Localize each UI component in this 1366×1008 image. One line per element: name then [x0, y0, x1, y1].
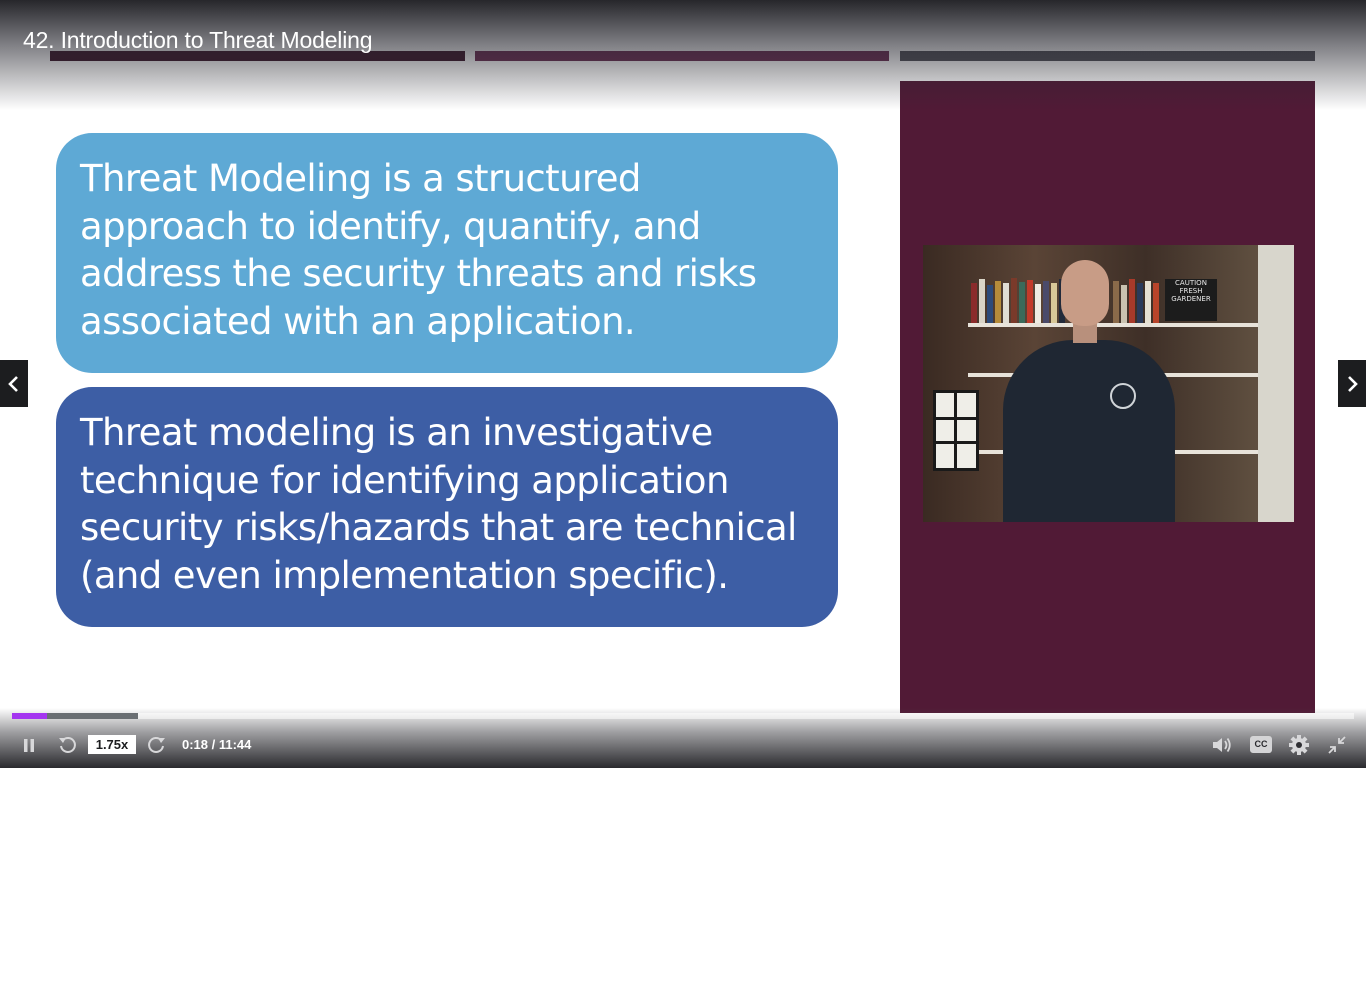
chevron-left-icon — [8, 375, 18, 392]
book — [971, 283, 977, 323]
exit-fullscreen-icon — [1328, 736, 1346, 754]
book — [1129, 279, 1135, 323]
paper-lamp — [933, 390, 979, 471]
exit-fullscreen-button[interactable] — [1325, 733, 1349, 757]
forward-icon — [148, 737, 165, 753]
captions-button[interactable]: CC — [1250, 736, 1272, 753]
book — [1153, 283, 1159, 323]
slide-text-line: security risks/hazards that are technica… — [80, 506, 797, 549]
sign-line: GARDENER — [1171, 295, 1211, 303]
book — [1137, 283, 1143, 323]
gear-icon — [1289, 735, 1309, 755]
book — [979, 279, 985, 323]
volume-button[interactable] — [1210, 733, 1234, 757]
lecture-title: 42. Introduction to Threat Modeling — [23, 27, 373, 53]
caution-sign: CAUTION FRESH GARDENER — [1165, 279, 1217, 321]
progress-bar[interactable] — [12, 713, 1354, 719]
book — [1019, 282, 1025, 323]
video-player[interactable]: Threat Modeling is a structured approach… — [0, 0, 1366, 768]
forward-button[interactable] — [145, 733, 169, 757]
instructor-body — [1003, 340, 1175, 522]
book — [1003, 283, 1009, 323]
time-display: 0:18 / 11:44 — [182, 737, 252, 752]
next-lecture-button[interactable] — [1338, 360, 1366, 407]
previous-lecture-button[interactable] — [0, 360, 28, 407]
rewind-button[interactable] — [55, 733, 79, 757]
volume-icon — [1213, 737, 1231, 753]
book — [1011, 278, 1017, 323]
playback-speed-button[interactable]: 1.75x — [88, 735, 136, 754]
slide-header-bar — [900, 51, 1315, 61]
rewind-icon — [59, 737, 76, 753]
instructor-head — [1061, 260, 1109, 326]
pause-icon — [24, 738, 34, 752]
slide-header-bar — [475, 51, 889, 61]
chevron-right-icon — [1348, 375, 1358, 392]
book — [1145, 281, 1151, 323]
instructor-video: CAUTION FRESH GARDENER — [923, 245, 1294, 522]
slide-text-line: (and even implementation specific). — [80, 553, 729, 597]
bookshelf — [968, 323, 1258, 327]
slide-text-line: technique for identifying application — [80, 458, 729, 502]
wall — [1258, 245, 1294, 522]
settings-button[interactable] — [1287, 733, 1311, 757]
book — [987, 285, 993, 323]
definition-box-structured: Threat Modeling is a structured approach… — [56, 133, 838, 373]
pause-button[interactable] — [18, 734, 40, 756]
jacket-logo — [1110, 383, 1136, 409]
sign-line: FRESH — [1179, 287, 1203, 295]
book — [1051, 283, 1057, 323]
slide-text-line: associated with an application. — [80, 299, 636, 343]
sign-line: CAUTION — [1175, 279, 1207, 287]
slide-text-line: approach to identify, quantify, and — [80, 204, 701, 248]
progress-played — [12, 713, 47, 719]
book — [995, 281, 1001, 323]
slide-text-line: Threat Modeling is a structured — [80, 157, 641, 200]
definition-box-investigative: Threat modeling is an investigative tech… — [56, 387, 838, 627]
book — [1035, 284, 1041, 323]
book — [1027, 280, 1033, 323]
slide-text-line: Threat modeling is an investigative — [80, 411, 713, 454]
book — [1121, 285, 1127, 323]
book — [1043, 281, 1049, 323]
slide-text-line: address the security threats and risks — [80, 252, 757, 295]
book — [1113, 281, 1119, 323]
